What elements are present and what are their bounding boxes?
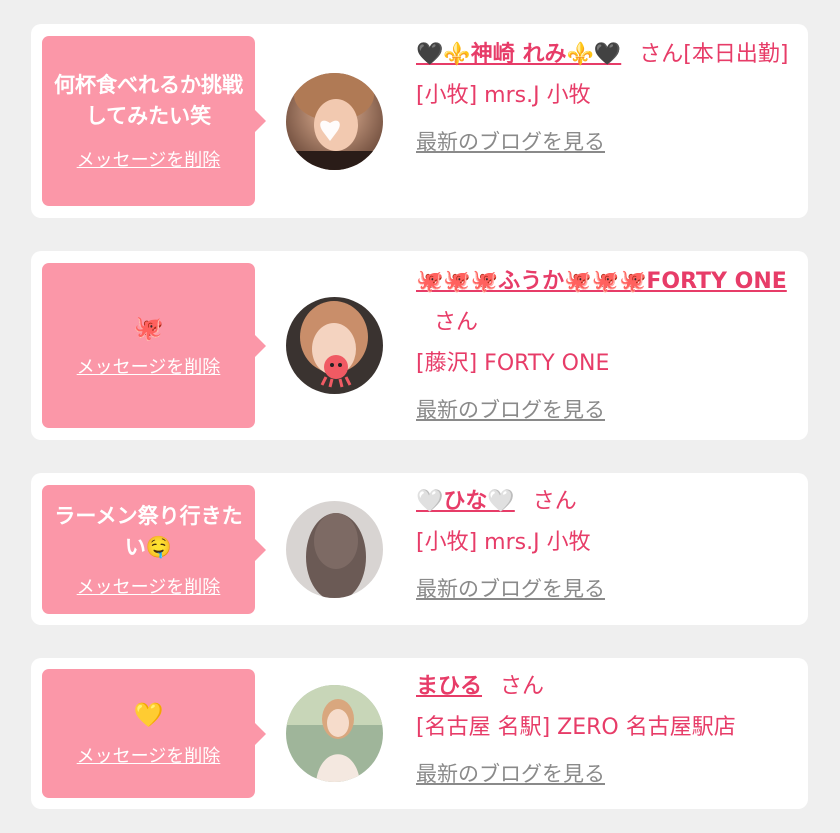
blog-link[interactable]: 最新のブログを見る [416, 390, 605, 431]
delete-message-link[interactable]: メッセージを削除 [77, 742, 221, 768]
delete-message-link[interactable]: メッセージを削除 [77, 146, 221, 172]
girl-name-link[interactable]: 🤍ひな🤍 [416, 489, 515, 514]
avatar[interactable] [286, 501, 383, 598]
message-card: 何杯食べれるか挑戦してみたい笑 メッセージを削除 🖤⚜️神崎 れみ⚜️🖤 さん[本… [31, 24, 808, 218]
shop-name: [小牧] mrs.J 小牧 [416, 530, 591, 555]
blog-link[interactable]: 最新のブログを見る [416, 122, 605, 163]
profile-info: 🤍ひな🤍 さん [小牧] mrs.J 小牧 最新のブログを見る [416, 481, 790, 610]
shop-name: [名古屋 名駅] ZERO 名古屋駅店 [416, 715, 736, 740]
message-card: 🐙 メッセージを削除 🐙🐙🐙ふうか🐙🐙🐙FORTY ONE さん [藤沢] FOR… [31, 251, 808, 440]
honorific: さん [532, 489, 577, 514]
girl-name-link[interactable]: 🖤⚜️神崎 れみ⚜️🖤 [416, 42, 621, 67]
profile-info: まひる さん [名古屋 名駅] ZERO 名古屋駅店 最新のブログを見る [416, 666, 790, 795]
girl-name-link[interactable]: 🐙🐙🐙ふうか🐙🐙🐙FORTY ONE [416, 269, 787, 294]
avatar[interactable] [286, 685, 383, 782]
message-bubble: ラーメン祭り行きたい🤤 メッセージを削除 [42, 485, 266, 614]
honorific: さん [639, 42, 684, 67]
shop-name: [藤沢] FORTY ONE [416, 351, 610, 376]
message-card: ラーメン祭り行きたい🤤 メッセージを削除 🤍ひな🤍 さん [小牧] mrs.J 小… [31, 473, 808, 625]
status-text: [本日出勤] [683, 42, 789, 67]
blog-link[interactable]: 最新のブログを見る [416, 569, 605, 610]
message-text: 💛 [133, 700, 164, 729]
message-bubble: 🐙 メッセージを削除 [42, 263, 266, 428]
avatar[interactable] [286, 73, 383, 170]
message-bubble: 何杯食べれるか挑戦してみたい笑 メッセージを削除 [42, 36, 266, 206]
profile-info: 🐙🐙🐙ふうか🐙🐙🐙FORTY ONE さん [藤沢] FORTY ONE 最新のブ… [416, 261, 790, 431]
girl-name-link[interactable]: まひる [416, 674, 482, 699]
delete-message-link[interactable]: メッセージを削除 [77, 573, 221, 599]
avatar[interactable] [286, 297, 383, 394]
honorific: さん [434, 310, 479, 335]
message-card: 💛 メッセージを削除 まひる さん [名古屋 名駅] ZERO 名古屋駅店 最新の… [31, 658, 808, 809]
honorific: さん [500, 674, 545, 699]
profile-info: 🖤⚜️神崎 れみ⚜️🖤 さん[本日出勤] [小牧] mrs.J 小牧 最新のブログ… [416, 34, 790, 163]
delete-message-link[interactable]: メッセージを削除 [77, 353, 221, 379]
shop-name: [小牧] mrs.J 小牧 [416, 83, 591, 108]
message-text: 🐙 [133, 313, 164, 342]
message-text: ラーメン祭り行きたい🤤 [54, 503, 243, 559]
blog-link[interactable]: 最新のブログを見る [416, 754, 605, 795]
message-bubble: 💛 メッセージを削除 [42, 669, 266, 798]
message-text: 何杯食べれるか挑戦してみたい笑 [54, 73, 243, 128]
